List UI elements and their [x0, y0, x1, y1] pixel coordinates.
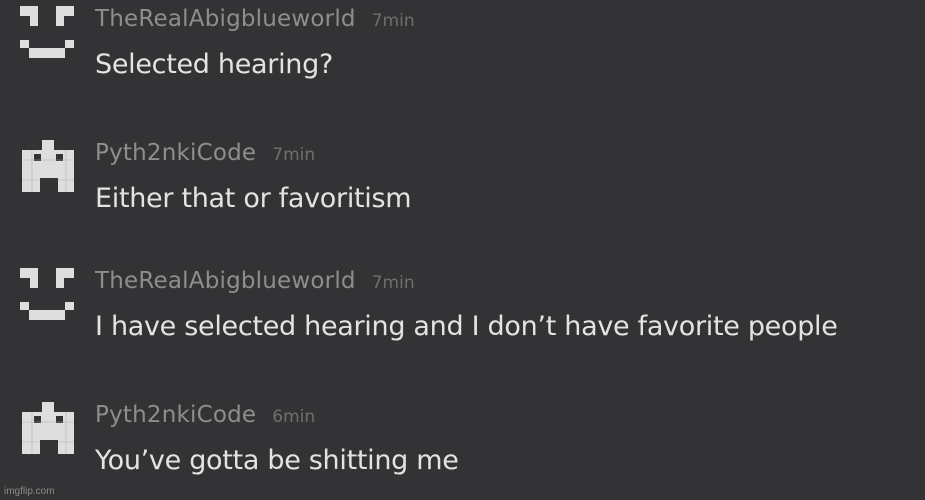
watermark: imgflip.com [4, 486, 55, 497]
timestamp: 7min [371, 273, 415, 293]
avatar[interactable] [18, 6, 76, 62]
message-header: TheRealAbigblueworld 7min [95, 268, 415, 294]
avatar[interactable] [18, 140, 76, 196]
smiley-pixel-icon [20, 6, 74, 58]
author-name[interactable]: TheRealAbigblueworld [95, 6, 356, 32]
smiley-pixel-icon [20, 268, 74, 320]
message-header: TheRealAbigblueworld 7min [95, 6, 415, 32]
author-name[interactable]: Pyth2nkiCode [95, 140, 256, 166]
timestamp: 7min [371, 11, 415, 31]
message-text: Either that or favoritism [95, 183, 412, 214]
message-text: You’ve gotta be shitting me [95, 445, 459, 476]
author-name[interactable]: Pyth2nkiCode [95, 402, 256, 428]
avatar[interactable] [18, 268, 76, 324]
message-header: Pyth2nkiCode 7min [95, 140, 315, 166]
invader-pixel-icon [22, 140, 74, 192]
message-text: Selected hearing? [95, 49, 333, 80]
invader-pixel-icon [22, 402, 74, 454]
timestamp: 6min [272, 407, 316, 427]
avatar[interactable] [18, 402, 76, 458]
author-name[interactable]: TheRealAbigblueworld [95, 268, 356, 294]
timestamp: 7min [272, 145, 316, 165]
message-text: I have selected hearing and I don’t have… [95, 311, 838, 342]
message-header: Pyth2nkiCode 6min [95, 402, 315, 428]
